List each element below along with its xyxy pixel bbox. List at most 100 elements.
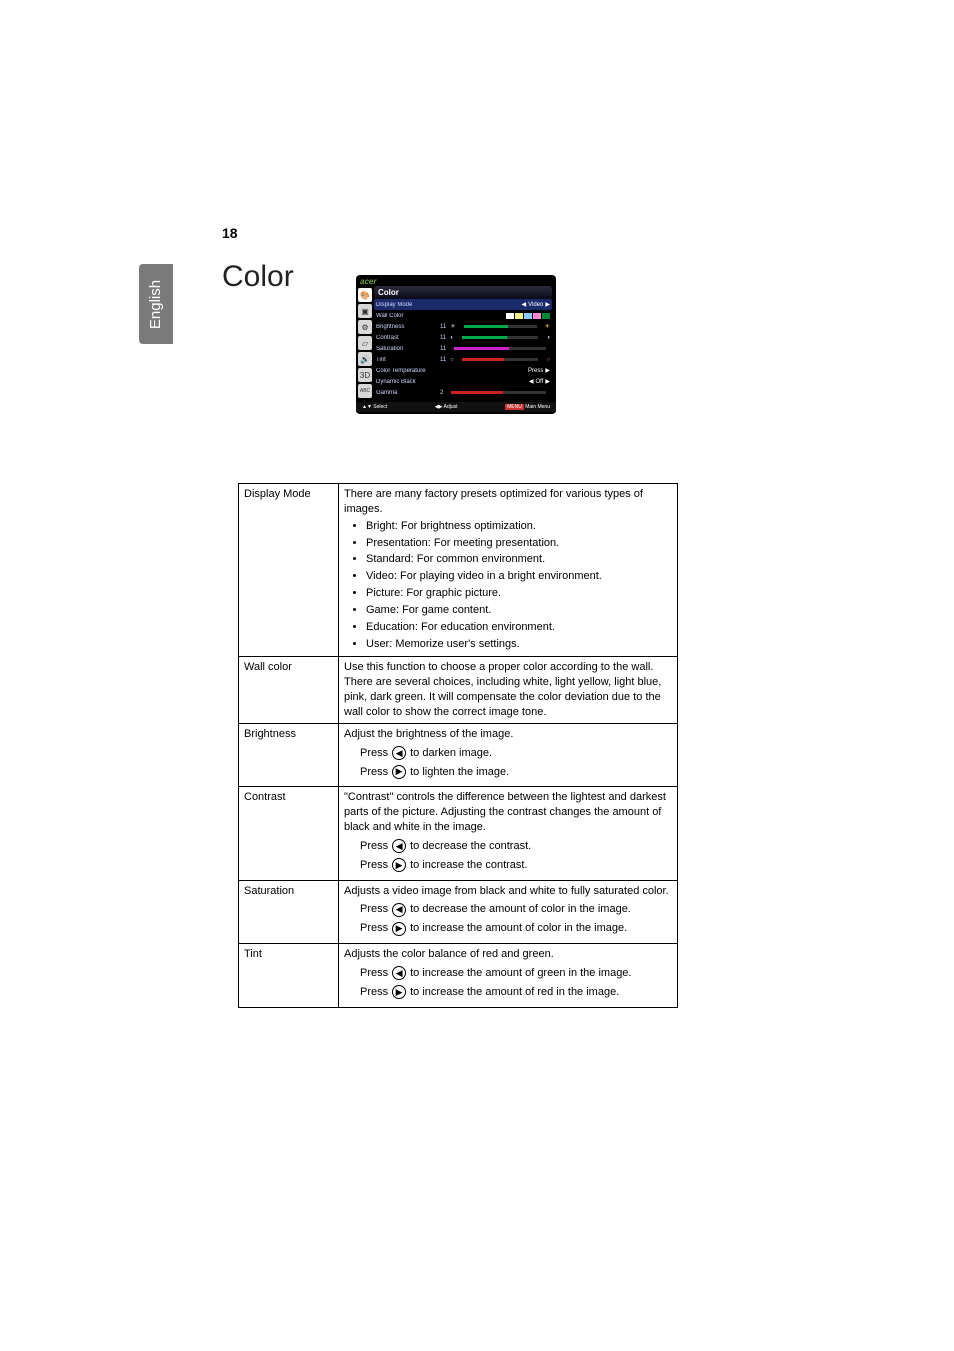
table-row: Wall color Use this function to choose a… <box>239 657 678 723</box>
table-row: Saturation Adjusts a video image from bl… <box>239 880 678 944</box>
list-item: Picture: For graphic picture. <box>366 586 672 601</box>
list-item: Presentation: For meeting presentation. <box>366 536 672 551</box>
action-text: to decrease the contrast. <box>410 839 531 854</box>
press-word: Press <box>360 858 388 873</box>
press-word: Press <box>360 746 388 761</box>
language-tab: English <box>139 264 173 344</box>
osd-num: 11 <box>440 346 446 352</box>
page-number: 18 <box>222 225 238 241</box>
row-label: Wall color <box>239 657 339 723</box>
color-settings-table: Display Mode There are many factory pres… <box>238 483 678 1008</box>
osd-row-display-mode: Display Mode ◀Video▶ <box>374 299 552 310</box>
osd-row-gamma: Gamma 2 <box>374 387 552 398</box>
osd-footer-select: Select <box>373 404 387 410</box>
right-arrow-icon: ▶ <box>545 301 550 308</box>
table-row: Display Mode There are many factory pres… <box>239 484 678 657</box>
speaker-icon: 🔊 <box>358 352 372 366</box>
left-arrow-icon: ◀ <box>522 301 527 308</box>
osd-label: Saturation <box>376 346 436 352</box>
osd-panel-title: Color <box>374 286 552 299</box>
osd-label: Display Mode <box>376 302 436 308</box>
list-item: Game: For game content. <box>366 603 672 618</box>
left-arrow-icon: ◀ <box>529 378 534 385</box>
press-word: Press <box>360 985 388 1000</box>
intro-text: Adjusts the color balance of red and gre… <box>344 948 554 960</box>
action-text: to lighten the image. <box>410 765 509 780</box>
osd-row-tint: Tint 11○○ <box>374 354 552 365</box>
row-label: Saturation <box>239 880 339 944</box>
osd-row-saturation: Saturation 11 <box>374 343 552 354</box>
action-text: to decrease the amount of color in the i… <box>410 902 631 917</box>
left-button-icon: ◀ <box>392 903 406 917</box>
right-button-icon: ▶ <box>392 922 406 936</box>
action-text: to increase the amount of green in the i… <box>410 966 631 981</box>
press-word: Press <box>360 966 388 981</box>
list-item: User: Memorize user's settings. <box>366 637 672 652</box>
list-item: Video: For playing video in a bright env… <box>366 569 672 584</box>
press-word: Press <box>360 921 388 936</box>
osd-value: Press <box>528 368 543 374</box>
right-arrow-icon: ▶ <box>545 378 550 385</box>
osd-label: Contrast <box>376 335 436 341</box>
left-button-icon: ◀ <box>392 746 406 760</box>
osd-label: Tint <box>376 357 436 363</box>
action-text: to increase the amount of color in the i… <box>410 921 627 936</box>
osd-footer: ▲▼ Select ◀▶ Adjust MENU Main Menu <box>356 402 556 412</box>
row-desc: There are many factory presets optimized… <box>339 484 678 657</box>
intro-text: Adjust the brightness of the image. <box>344 728 513 740</box>
right-button-icon: ▶ <box>392 985 406 999</box>
row-desc: Adjusts a video image from black and whi… <box>339 880 678 944</box>
abc-icon: ABC <box>358 384 372 398</box>
osd-row-dynamic-black: Dynamic Black ◀Off▶ <box>374 376 552 387</box>
image-icon: ▣ <box>358 304 372 318</box>
right-button-icon: ▶ <box>392 765 406 779</box>
menu-tag: MENU <box>505 404 524 410</box>
up-down-icon: ▲▼ <box>362 404 372 410</box>
action-text: to darken image. <box>410 746 492 761</box>
intro-text: "Contrast" controls the difference betwe… <box>344 791 666 833</box>
row-desc: Use this function to choose a proper col… <box>339 657 678 723</box>
right-arrow-icon: ▶ <box>545 367 550 374</box>
list-item: Standard: For common environment. <box>366 552 672 567</box>
osd-footer-main: Main Menu <box>525 404 550 410</box>
osd-label: Gamma <box>376 390 436 396</box>
table-row: Contrast "Contrast" controls the differe… <box>239 787 678 880</box>
threeD-icon: 3D <box>358 368 372 382</box>
right-button-icon: ▶ <box>392 858 406 872</box>
osd-label: Wall Color <box>376 313 436 319</box>
palette-icon: 🎨 <box>358 288 372 302</box>
row-desc: Adjust the brightness of the image. Pres… <box>339 723 678 787</box>
osd-row-contrast: Contrast 11◐◑ <box>374 332 552 343</box>
intro-text: Adjusts a video image from black and whi… <box>344 885 669 897</box>
osd-num: 2 <box>440 390 443 396</box>
gear-icon: ⚙ <box>358 320 372 334</box>
left-button-icon: ◀ <box>392 839 406 853</box>
list-item: Education: For education environment. <box>366 620 672 635</box>
press-word: Press <box>360 902 388 917</box>
osd-row-color-temp: Color Temperature Press▶ <box>374 365 552 376</box>
language-label: English <box>148 279 165 328</box>
trapezoid-icon: ▱ <box>358 336 372 350</box>
osd-row-brightness: Brightness 11☀☀ <box>374 321 552 332</box>
osd-brand: acer <box>356 275 556 286</box>
left-right-icon: ◀▶ <box>435 404 443 410</box>
osd-label: Color Temperature <box>376 368 436 374</box>
row-label: Display Mode <box>239 484 339 657</box>
osd-label: Dynamic Black <box>376 379 436 385</box>
osd-num: 11 <box>440 324 446 330</box>
list-item: Bright: For brightness optimization. <box>366 519 672 534</box>
osd-num: 11 <box>440 357 446 363</box>
osd-label: Brightness <box>376 324 436 330</box>
row-desc: "Contrast" controls the difference betwe… <box>339 787 678 880</box>
table-row: Brightness Adjust the brightness of the … <box>239 723 678 787</box>
row-desc: Adjusts the color balance of red and gre… <box>339 944 678 1008</box>
section-heading: Color <box>222 260 294 294</box>
press-word: Press <box>360 839 388 854</box>
osd-icon-column: 🎨 ▣ ⚙ ▱ 🔊 3D ABC <box>356 286 374 402</box>
osd-num: 11 <box>440 335 446 341</box>
swatch-row <box>506 313 550 319</box>
osd-footer-adjust: Adjust <box>444 404 458 410</box>
left-button-icon: ◀ <box>392 966 406 980</box>
osd-row-wall-color: Wall Color <box>374 310 552 321</box>
press-word: Press <box>360 765 388 780</box>
